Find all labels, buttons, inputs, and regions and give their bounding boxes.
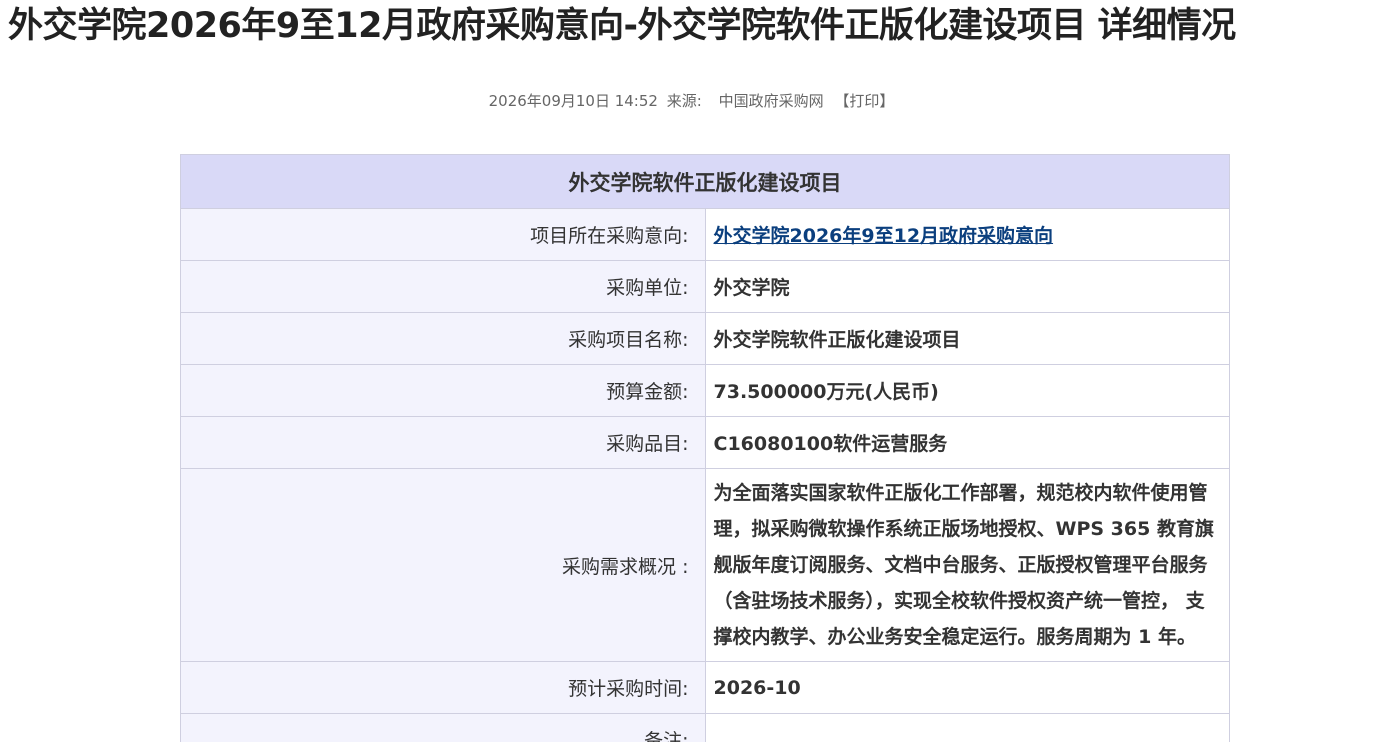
print-link[interactable]: 【打印】 — [834, 92, 894, 110]
row-label-category: 采购品目: — [180, 416, 706, 469]
detail-table: 外交学院软件正版化建设项目 项目所在采购意向: 外交学院2026年9至12月政府… — [180, 154, 1230, 742]
table-heading-row: 外交学院软件正版化建设项目 — [180, 154, 1230, 209]
row-value-intention: 外交学院2026年9至12月政府采购意向 — [704, 208, 1230, 261]
table-row: 采购需求概况 : 为全面落实国家软件正版化工作部署，规范校内软件使用管理，拟采购… — [180, 468, 1230, 662]
row-label-expected-time: 预计采购时间: — [180, 661, 706, 714]
table-row: 预算金额: 73.500000万元(人民币) — [180, 364, 1230, 417]
row-value-remarks — [704, 713, 1230, 742]
row-label-budget: 预算金额: — [180, 364, 706, 417]
row-value-expected-time: 2026-10 — [704, 661, 1230, 714]
publish-date: 2026年09月10日 14:52 — [488, 92, 658, 110]
source-value: 中国政府采购网 — [718, 92, 824, 110]
article-meta: 2026年09月10日 14:52 来源: 中国政府采购网 【打印】 — [0, 90, 1383, 112]
source-label: 来源: — [666, 92, 702, 110]
row-label-intention: 项目所在采购意向: — [180, 208, 706, 261]
table-row: 项目所在采购意向: 外交学院2026年9至12月政府采购意向 — [180, 208, 1230, 261]
row-value-category: C16080100软件运营服务 — [704, 416, 1230, 469]
page-title: 外交学院2026年9至12月政府采购意向-外交学院软件正版化建设项目 详细情况 — [8, 6, 1236, 46]
intention-link[interactable]: 外交学院2026年9至12月政府采购意向 — [714, 225, 1054, 247]
page: 外交学院2026年9至12月政府采购意向-外交学院软件正版化建设项目 详细情况 … — [0, 0, 1383, 742]
row-value-requirements: 为全面落实国家软件正版化工作部署，规范校内软件使用管理，拟采购微软操作系统正版场… — [704, 468, 1230, 662]
table-row: 采购单位: 外交学院 — [180, 260, 1230, 313]
table-row: 采购品目: C16080100软件运营服务 — [180, 416, 1230, 469]
row-label-purchaser: 采购单位: — [180, 260, 706, 313]
row-label-requirements: 采购需求概况 : — [180, 468, 706, 662]
row-value-budget: 73.500000万元(人民币) — [704, 364, 1230, 417]
table-heading: 外交学院软件正版化建设项目 — [180, 154, 1230, 209]
row-label-remarks: 备注: — [180, 713, 706, 742]
table-row: 采购项目名称: 外交学院软件正版化建设项目 — [180, 312, 1230, 365]
table-row: 预计采购时间: 2026-10 — [180, 661, 1230, 714]
row-value-purchaser: 外交学院 — [704, 260, 1230, 313]
row-label-project-name: 采购项目名称: — [180, 312, 706, 365]
table-row: 备注: — [180, 713, 1230, 742]
row-value-project-name: 外交学院软件正版化建设项目 — [704, 312, 1230, 365]
